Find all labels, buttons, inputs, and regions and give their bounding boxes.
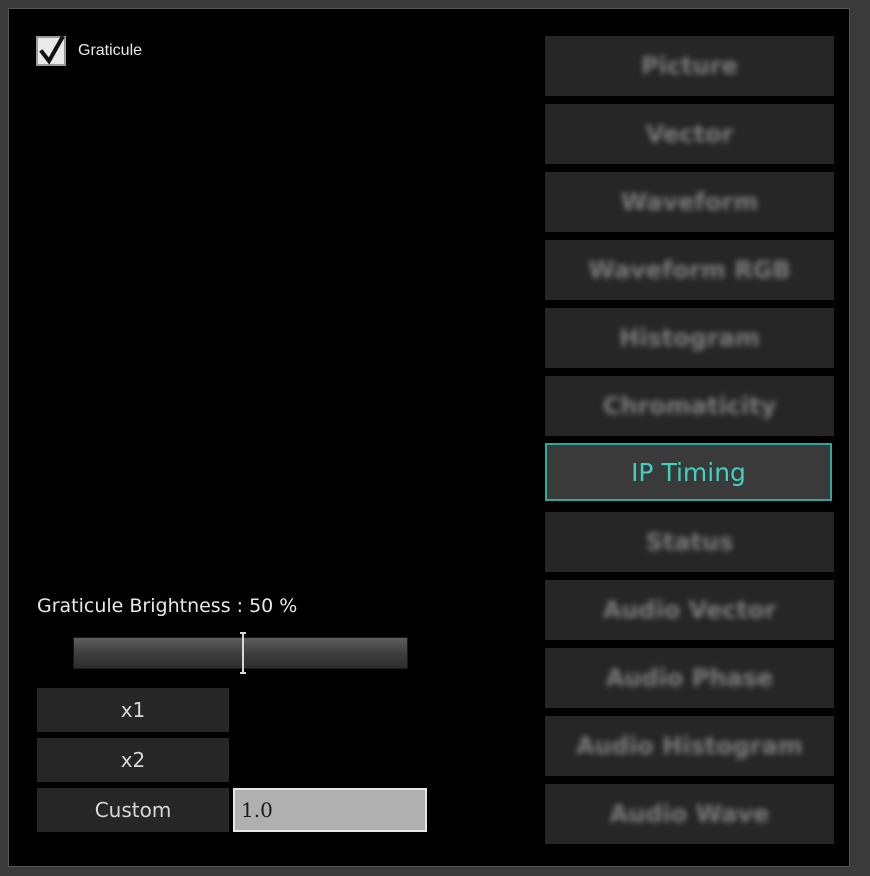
brightness-slider-handle[interactable] — [240, 632, 246, 674]
graticule-checkbox[interactable] — [36, 35, 66, 66]
scope-panel: Graticule Picture Vector Waveform Wavefo… — [8, 8, 850, 867]
mode-button-chromaticity[interactable]: Chromaticity — [545, 376, 834, 436]
brightness-label: Graticule Brightness : 50 % — [37, 595, 298, 617]
zoom-x1-button[interactable]: x1 — [37, 688, 229, 732]
mode-button-vector[interactable]: Vector — [545, 104, 834, 164]
zoom-custom-button[interactable]: Custom — [37, 788, 229, 832]
mode-button-audio-wave[interactable]: Audio Wave — [545, 784, 834, 844]
mode-button-waveform-rgb[interactable]: Waveform RGB — [545, 240, 834, 300]
mode-button-status[interactable]: Status — [545, 512, 834, 572]
checkmark-icon — [39, 35, 65, 65]
mode-button-waveform[interactable]: Waveform — [545, 172, 834, 232]
brightness-slider[interactable] — [73, 632, 408, 674]
zoom-x2-button[interactable]: x2 — [37, 738, 229, 782]
graticule-toggle[interactable]: Graticule — [36, 35, 143, 66]
mode-button-audio-histogram[interactable]: Audio Histogram — [545, 716, 834, 776]
mode-button-audio-vector[interactable]: Audio Vector — [545, 580, 834, 640]
mode-button-audio-phase[interactable]: Audio Phase — [545, 648, 834, 708]
graticule-label: Graticule — [78, 42, 143, 59]
mode-button-ip-timing[interactable]: IP Timing — [545, 443, 832, 501]
custom-zoom-input[interactable]: 1.0 — [233, 788, 427, 832]
mode-button-histogram[interactable]: Histogram — [545, 308, 834, 368]
mode-button-picture[interactable]: Picture — [545, 36, 834, 96]
